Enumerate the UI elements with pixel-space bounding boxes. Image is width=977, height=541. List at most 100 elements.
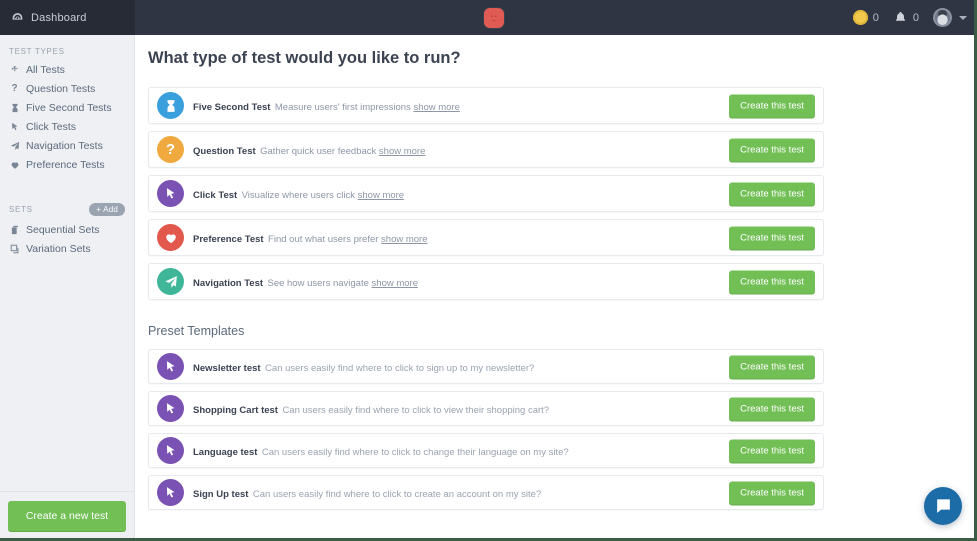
create-this-test-button[interactable]: Create this test: [729, 138, 815, 161]
brand-logo-container: [135, 0, 853, 35]
question-mark-icon: ?: [157, 136, 184, 163]
test-type-card[interactable]: ? Question Test Gather quick user feedba…: [148, 131, 824, 168]
coin-icon: [852, 10, 868, 25]
preset-template-card-list: Newsletter test Can users easily find wh…: [136, 338, 824, 510]
heart-icon: [9, 160, 20, 170]
add-set-button[interactable]: + Add: [89, 203, 125, 216]
create-this-test-button[interactable]: Create this test: [729, 182, 815, 205]
sidebar-item-label: Click Tests: [26, 121, 76, 133]
test-type-card[interactable]: Navigation Test See how users navigate s…: [148, 263, 824, 300]
hourglass-icon: [157, 92, 184, 119]
card-title: Click Test: [193, 189, 238, 201]
show-more-link[interactable]: show more: [379, 146, 425, 157]
sidebar-sets-list: Sequential Sets Variation Sets: [0, 221, 134, 259]
sidebar: TEST TYPES All Tests ? Question Tests Fi…: [0, 35, 135, 538]
sidebar-item-label: Question Tests: [26, 83, 96, 95]
card-title: Question Test: [193, 145, 256, 157]
heart-icon: [157, 224, 184, 251]
card-description: Gather quick user feedback show more: [260, 145, 426, 157]
sidebar-item-label: All Tests: [26, 64, 65, 76]
sidebar-item-click-tests[interactable]: Click Tests: [0, 118, 134, 137]
sidebar-item-five-second-tests[interactable]: Five Second Tests: [0, 99, 134, 118]
main-content: What type of test would you like to run?…: [136, 35, 974, 538]
card-description: Can users easily find where to click to …: [261, 446, 569, 458]
card-description: Find out what users prefer show more: [268, 233, 428, 245]
show-more-link[interactable]: show more: [413, 102, 459, 113]
card-title: Preference Test: [193, 233, 264, 245]
question-mark-icon: ?: [11, 83, 18, 94]
sidebar-section-title: SETS: [9, 205, 33, 214]
sidebar-item-label: Sequential Sets: [26, 224, 100, 236]
card-description: Measure users' first impressions show mo…: [274, 101, 460, 113]
sidebar-item-label: Variation Sets: [26, 243, 91, 255]
arrows-move-icon: [9, 65, 20, 75]
dashboard-nav-button[interactable]: Dashboard: [0, 0, 135, 35]
create-new-test-button[interactable]: Create a new test: [8, 501, 126, 531]
preset-template-card[interactable]: Sign Up test Can users easily find where…: [148, 475, 824, 510]
cursor-arrow-icon: [157, 395, 184, 422]
credits-count: 0: [872, 11, 879, 24]
card-title: Five Second Test: [193, 101, 271, 113]
card-description: Can users easily find where to click to …: [282, 404, 550, 416]
dashboard-nav-label: Dashboard: [31, 11, 87, 24]
top-navigation-bar: Dashboard 0 0: [0, 0, 974, 35]
preset-template-card[interactable]: Language test Can users easily find wher…: [148, 433, 824, 468]
paper-plane-icon: [157, 268, 184, 295]
show-more-link[interactable]: show more: [358, 190, 404, 201]
sidebar-item-variation-sets[interactable]: Variation Sets: [0, 240, 134, 259]
test-type-card[interactable]: Preference Test Find out what users pref…: [148, 219, 824, 256]
app-window: Dashboard 0 0 TEST TYPES All Tests ? Que…: [0, 0, 977, 541]
cursor-arrow-icon: [157, 353, 184, 380]
sidebar-item-sequential-sets[interactable]: Sequential Sets: [0, 221, 134, 240]
preset-template-card[interactable]: Shopping Cart test Can users easily find…: [148, 391, 824, 426]
chat-bubble-icon[interactable]: [924, 487, 962, 525]
card-title: Sign Up test: [193, 488, 249, 500]
account-menu[interactable]: [933, 8, 967, 27]
credits-indicator[interactable]: 0: [852, 10, 879, 25]
create-this-test-button[interactable]: Create this test: [729, 481, 815, 504]
user-avatar: [933, 8, 952, 27]
card-description: Visualize where users click show more: [241, 189, 405, 201]
sidebar-item-label: Navigation Tests: [26, 140, 103, 152]
notifications-count: 0: [912, 11, 919, 24]
test-type-card[interactable]: Click Test Visualize where users click s…: [148, 175, 824, 212]
create-this-test-button[interactable]: Create this test: [729, 226, 815, 249]
sidebar-section-title: TEST TYPES: [9, 47, 65, 56]
card-description: Can users easily find where to click to …: [252, 488, 542, 500]
sidebar-section-sets-header: SETS + Add: [0, 191, 134, 221]
show-more-link[interactable]: show more: [381, 234, 427, 245]
hourglass-icon: [9, 103, 20, 113]
sidebar-item-preference-tests[interactable]: Preference Tests: [0, 156, 134, 175]
create-new-test-container: Create a new test: [0, 491, 134, 538]
create-this-test-button[interactable]: Create this test: [729, 355, 815, 378]
header-actions: 0 0: [852, 8, 974, 27]
preset-template-card[interactable]: Newsletter test Can users easily find wh…: [148, 349, 824, 384]
cursor-arrow-icon: [157, 180, 184, 207]
card-title: Shopping Cart test: [193, 404, 278, 416]
create-this-test-button[interactable]: Create this test: [729, 439, 815, 462]
test-type-card-list: Five Second Test Measure users' first im…: [136, 68, 824, 300]
cursor-arrow-icon: [157, 437, 184, 464]
chevron-down-icon: [959, 15, 967, 20]
sidebar-item-navigation-tests[interactable]: Navigation Tests: [0, 137, 134, 156]
variation-box-icon: [9, 244, 20, 254]
test-type-card[interactable]: Five Second Test Measure users' first im…: [148, 87, 824, 124]
app-logo-icon[interactable]: [483, 7, 504, 28]
card-description: Can users easily find where to click to …: [265, 362, 535, 374]
card-title: Navigation Test: [193, 277, 264, 289]
cursor-arrow-icon: [9, 122, 20, 132]
create-this-test-button[interactable]: Create this test: [729, 397, 815, 420]
notifications-indicator[interactable]: 0: [893, 10, 919, 25]
page-title: What type of test would you like to run?: [148, 49, 461, 67]
create-this-test-button[interactable]: Create this test: [729, 94, 815, 117]
card-description: See how users navigate show more: [267, 277, 418, 289]
bell-icon: [893, 10, 908, 25]
sidebar-item-question-tests[interactable]: ? Question Tests: [0, 80, 134, 99]
create-this-test-button[interactable]: Create this test: [729, 270, 815, 293]
preset-templates-title: Preset Templates: [148, 324, 245, 338]
show-more-link[interactable]: show more: [372, 278, 418, 289]
sidebar-item-all-tests[interactable]: All Tests: [0, 61, 134, 80]
sidebar-item-label: Preference Tests: [26, 159, 105, 171]
dashboard-gauge-icon: [11, 11, 24, 24]
